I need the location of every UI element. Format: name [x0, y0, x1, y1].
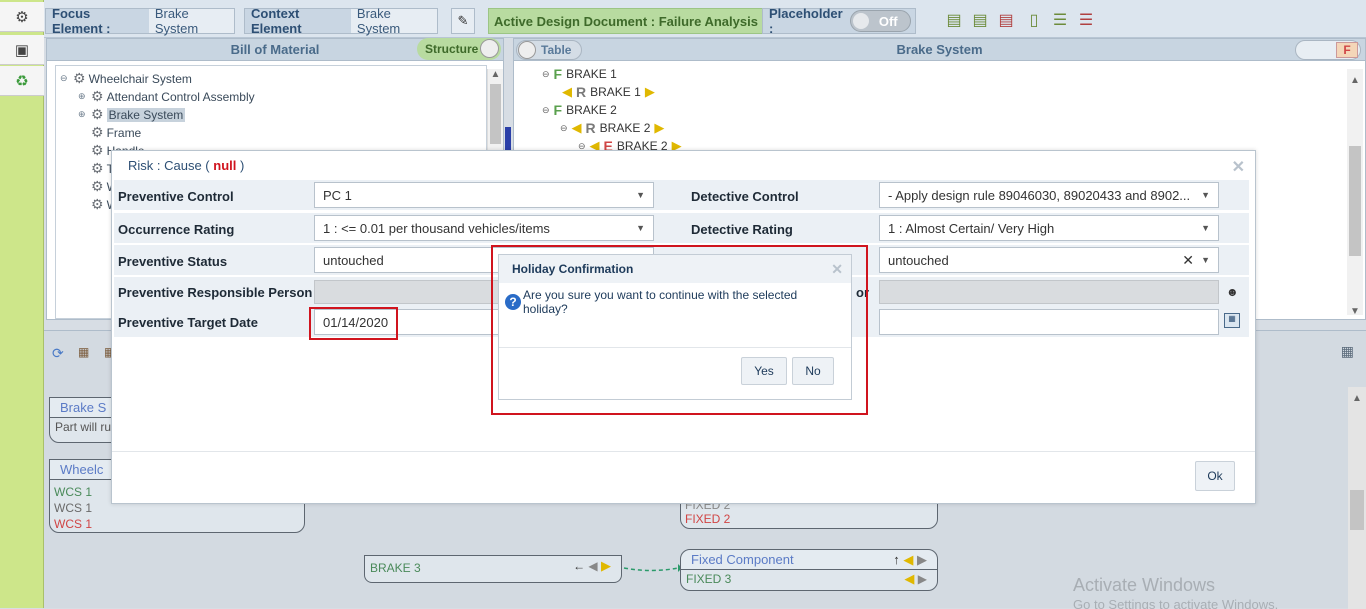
- focus-element-value[interactable]: Brake System: [148, 6, 234, 36]
- tree-node[interactable]: ⊕ ⚙ Brake System: [78, 106, 186, 123]
- monitor-icon[interactable]: ▣: [0, 35, 44, 65]
- gear-icon: ⚙: [73, 70, 86, 86]
- context-element-label: Context Element: [251, 6, 302, 36]
- left-rail: ⚙ ▣ ♻: [0, 0, 44, 608]
- table-view-icon[interactable]: ▦: [1341, 343, 1354, 360]
- preventive-control-select[interactable]: PC 1 ▼: [314, 182, 654, 208]
- splitter-marker: [505, 127, 511, 151]
- svg-export-icon[interactable]: ▦: [78, 345, 89, 359]
- add-document-icon[interactable]: ▤: [944, 9, 964, 31]
- gear-icon: ⚙: [91, 160, 104, 176]
- context-element-box: Context Element Brake System: [244, 6, 438, 36]
- preventive-status-label: Preventive Status: [118, 254, 228, 269]
- tree-node[interactable]: ⚙T: [78, 160, 114, 177]
- tree-row[interactable]: ⊖ F BRAKE 2: [542, 102, 617, 118]
- table-toggle[interactable]: Table: [516, 40, 582, 60]
- clear-icon[interactable]: ✕: [1182, 252, 1194, 269]
- edit-document-icon[interactable]: ✎: [451, 8, 475, 34]
- fixed-component-node[interactable]: Fixed Component ↑ ◀ ▶ FIXED 3 ◀ ▶: [680, 549, 938, 591]
- occurrence-rating-select[interactable]: 1 : <= 0.01 per thousand vehicles/items ▼: [314, 215, 654, 241]
- numbered-list-icon[interactable]: ☰: [1076, 9, 1096, 31]
- focus-element-box: Focus Element : Brake System: [45, 6, 235, 36]
- tree-node[interactable]: ⚙ Frame: [78, 124, 141, 141]
- dialog-highlight: [491, 245, 868, 415]
- preventive-control-label: Preventive Control: [118, 189, 234, 204]
- footer-divider: [112, 451, 1255, 452]
- gear-icon: ⚙: [91, 106, 104, 122]
- target-date-label: Preventive Target Date: [118, 315, 258, 330]
- context-element-value[interactable]: Brake System: [350, 6, 437, 36]
- brake-panel-title: Brake System: [896, 42, 983, 57]
- expand-toggle-icon[interactable]: ⊕: [78, 109, 88, 120]
- gear-icon: ⚙: [91, 124, 104, 140]
- calendar-icon[interactable]: ▦: [1224, 313, 1240, 328]
- canvas-scrollbar[interactable]: ▲: [1348, 387, 1366, 609]
- tree-node[interactable]: ⊕ ⚙ Attendant Control Assembly: [78, 88, 255, 105]
- tree-node-label: Attendant Control Assembly: [106, 89, 255, 104]
- expand-toggle-icon[interactable]: ⊕: [78, 91, 88, 102]
- refresh-icon[interactable]: ♻: [0, 66, 44, 96]
- placeholder-box: Placeholder : Off: [762, 6, 916, 36]
- detective-status-select[interactable]: untouched ✕ ▼: [879, 247, 1219, 273]
- responsible-person-label: Preventive Responsible Person: [118, 285, 313, 300]
- detective-rating-label: Detective Rating: [691, 222, 793, 237]
- activate-windows-watermark: Activate Windows: [1073, 575, 1216, 595]
- tree-row[interactable]: ⊖ F BRAKE 1: [542, 66, 617, 82]
- delete-list-icon[interactable]: ▤: [996, 9, 1016, 31]
- gear-icon: ⚙: [91, 196, 104, 212]
- date-highlight: [309, 307, 398, 340]
- structure-toggle[interactable]: Structure: [417, 38, 501, 60]
- tree-node-label: Brake System: [106, 107, 186, 122]
- detective-target-date-input[interactable]: [879, 309, 1219, 335]
- gear-icon: ⚙: [91, 178, 104, 194]
- gear-icon: ⚙: [91, 88, 104, 104]
- expand-toggle-icon[interactable]: ⊖: [60, 73, 70, 84]
- brake-3-node[interactable]: BRAKE 3 ← ◀ ▶: [364, 555, 622, 583]
- detective-responsible-field[interactable]: [879, 280, 1219, 304]
- tree-node-label: Frame: [106, 125, 142, 140]
- active-design-document: Active Design Document : Failure Analysi…: [488, 8, 764, 34]
- close-icon[interactable]: ✕: [1232, 157, 1245, 177]
- brake-panel-header: Brake System: [514, 39, 1365, 61]
- gear-icon: ⚙: [91, 142, 104, 158]
- tree-node[interactable]: ⊖ ⚙ Wheelchair System: [60, 70, 192, 87]
- document-icon[interactable]: ▯: [1024, 9, 1044, 31]
- tree-node-label: Wheelchair System: [88, 71, 192, 86]
- detective-control-select[interactable]: - Apply design rule 89046030, 89020433 a…: [879, 182, 1219, 208]
- ok-button[interactable]: Ok: [1195, 461, 1235, 491]
- tree-row[interactable]: ◀ R BRAKE 1 ▶: [562, 84, 655, 100]
- placeholder-toggle[interactable]: Off: [849, 10, 911, 32]
- activate-windows-sub: Go to Settings to activate Windows.: [1073, 597, 1279, 609]
- failure-toggle[interactable]: F: [1295, 40, 1361, 60]
- tree-row[interactable]: ⊖ ◀ R BRAKE 2 ▶: [560, 120, 664, 136]
- top-toolbar: Focus Element : Brake System Context Ele…: [44, 0, 1366, 38]
- detective-rating-select[interactable]: 1 : Almost Certain/ Very High ▼: [879, 215, 1219, 241]
- focus-element-label: Focus Element :: [52, 6, 111, 36]
- refresh-canvas-icon[interactable]: ⟳: [52, 345, 64, 362]
- dependency-arrow: [623, 564, 682, 572]
- gear-icon[interactable]: ⚙: [0, 2, 44, 32]
- occurrence-rating-label: Occurrence Rating: [118, 222, 235, 237]
- person-picker-icon[interactable]: ☻: [1226, 285, 1239, 299]
- brake-panel-scrollbar[interactable]: ▲ ▼: [1347, 69, 1363, 317]
- detective-control-label: Detective Control: [691, 189, 799, 204]
- bom-title: Bill of Material: [230, 42, 320, 57]
- placeholder-label: Placeholder :: [769, 6, 843, 36]
- risk-dialog-title: Risk : Cause ( null ): [128, 157, 245, 173]
- checklist-icon[interactable]: ☰: [1050, 9, 1070, 31]
- add-list-icon[interactable]: ▤: [970, 9, 990, 31]
